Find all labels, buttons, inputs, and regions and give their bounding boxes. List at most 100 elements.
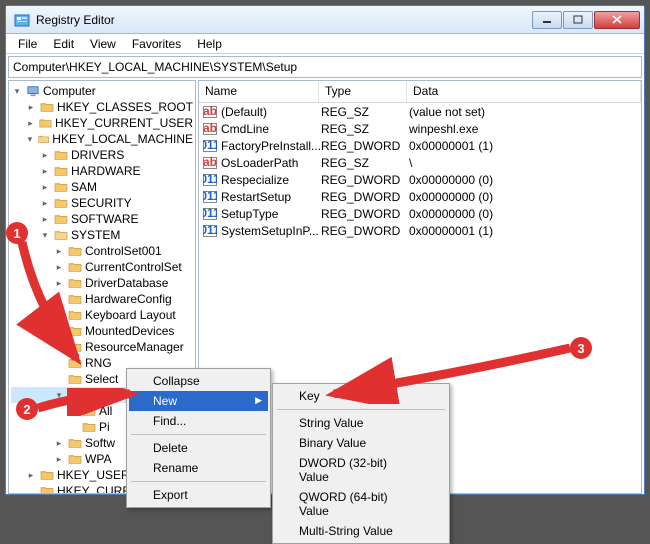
ctx-collapse[interactable]: Collapse xyxy=(129,371,268,391)
tree-twisty-icon[interactable]: ▸ xyxy=(53,262,65,273)
minimize-button[interactable] xyxy=(532,11,562,29)
tree-node[interactable]: ▸ ControlSet001 xyxy=(11,243,193,259)
svg-text:ab: ab xyxy=(203,122,217,135)
list-header: Name Type Data xyxy=(199,81,641,103)
col-type[interactable]: Type xyxy=(319,81,407,102)
tree-node[interactable]: ▾SYSTEM xyxy=(11,227,193,243)
ctx-new-key[interactable]: Key xyxy=(275,386,447,406)
close-button[interactable] xyxy=(594,11,640,29)
ctx-rename[interactable]: Rename xyxy=(129,458,268,478)
list-row[interactable]: abOsLoaderPathREG_SZ\ xyxy=(199,154,641,171)
folder-icon xyxy=(54,229,68,241)
list-row[interactable]: 011SetupTypeREG_DWORD0x00000000 (0) xyxy=(199,205,641,222)
tree-node-label: Setup xyxy=(85,388,116,402)
tree-twisty-icon[interactable]: ▸ xyxy=(53,342,65,353)
tree-node-label: Softw xyxy=(85,436,115,450)
ctx-new-binary[interactable]: Binary Value xyxy=(275,433,447,453)
tree-node[interactable]: ▸ResourceManager xyxy=(11,339,193,355)
list-row[interactable]: ab(Default)REG_SZ(value not set) xyxy=(199,103,641,120)
ctx-new-qword[interactable]: QWORD (64-bit) Value xyxy=(275,487,447,521)
tree-twisty-icon[interactable]: ▸ xyxy=(25,102,37,113)
menubar: File Edit View Favorites Help xyxy=(6,34,644,54)
close-icon xyxy=(612,15,622,24)
tree-twisty-icon[interactable]: ▾ xyxy=(39,230,51,241)
tree-twisty-icon[interactable]: ▸ xyxy=(53,438,65,449)
folder-icon xyxy=(40,469,54,481)
tree-node[interactable]: ▸SECURITY xyxy=(11,195,193,211)
tree-twisty-icon[interactable]: ▸ xyxy=(25,118,36,129)
tree-twisty-icon[interactable]: ▸ xyxy=(39,214,51,225)
address-bar[interactable]: Computer\HKEY_LOCAL_MACHINE\SYSTEM\Setup xyxy=(8,56,642,78)
tree-node[interactable]: ▸SOFTWARE xyxy=(11,211,193,227)
tree-node[interactable]: ▸HKEY_CLASSES_ROOT xyxy=(11,99,193,115)
menu-edit[interactable]: Edit xyxy=(45,35,82,53)
tree-node[interactable]: ▾ HKEY_LOCAL_MACHINE xyxy=(11,131,193,147)
menu-help[interactable]: Help xyxy=(189,35,230,53)
tree-twisty-icon[interactable]: ▸ xyxy=(39,166,51,177)
folder-icon xyxy=(54,181,68,193)
cell-name: SystemSetupInP... xyxy=(221,224,321,238)
cell-name: FactoryPreInstall... xyxy=(221,139,321,153)
tree-node[interactable]: ▸SAM xyxy=(11,179,193,195)
tree-node[interactable]: Keyboard Layout xyxy=(11,307,193,323)
tree-node-label: WPA xyxy=(85,452,111,466)
tree-twisty-icon[interactable]: ▸ xyxy=(53,454,65,465)
list-row[interactable]: 011RestartSetupREG_DWORD0x00000000 (0) xyxy=(199,188,641,205)
tree-twisty-icon[interactable]: ▸ xyxy=(39,182,51,193)
window-title: Registry Editor xyxy=(36,13,532,27)
tree-node[interactable]: MountedDevices xyxy=(11,323,193,339)
cell-type: REG_DWORD xyxy=(321,207,409,221)
tree-node-label: All xyxy=(99,404,112,418)
tree-node[interactable]: ▸DRIVERS xyxy=(11,147,193,163)
cell-type: REG_DWORD xyxy=(321,190,409,204)
col-data[interactable]: Data xyxy=(407,81,641,102)
tree-twisty-icon[interactable]: ▸ xyxy=(53,278,65,289)
cell-data: 0x00000001 (1) xyxy=(409,224,641,238)
tree-twisty-icon[interactable]: ▸ xyxy=(39,198,51,209)
ctx-new[interactable]: New▶ xyxy=(129,391,268,411)
menu-file[interactable]: File xyxy=(10,35,45,53)
tree-node-label: ControlSet001 xyxy=(85,244,162,258)
list-row[interactable]: 011RespecializeREG_DWORD0x00000000 (0) xyxy=(199,171,641,188)
tree-node-label: RNG xyxy=(85,356,112,370)
menu-view[interactable]: View xyxy=(82,35,124,53)
folder-icon xyxy=(68,293,82,305)
col-name[interactable]: Name xyxy=(199,81,319,102)
tree-twisty-icon[interactable]: ▸ xyxy=(25,470,37,481)
tree-twisty-icon[interactable]: ▸ xyxy=(39,150,51,161)
tree-node-label: HKEY_LOCAL_MACHINE xyxy=(52,132,193,146)
list-row[interactable]: abCmdLineREG_SZwinpeshl.exe xyxy=(199,120,641,137)
maximize-button[interactable] xyxy=(563,11,593,29)
titlebar[interactable]: Registry Editor xyxy=(6,6,644,34)
reg-value-icon: ab xyxy=(203,105,217,119)
tree-node-label: Keyboard Layout xyxy=(85,308,176,322)
tree-node[interactable]: ▾Computer xyxy=(11,83,193,99)
svg-text:ab: ab xyxy=(203,105,217,118)
ctx-new-string[interactable]: String Value xyxy=(275,413,447,433)
svg-text:011: 011 xyxy=(203,139,217,152)
cell-type: REG_SZ xyxy=(321,156,409,170)
tree-twisty-icon[interactable]: ▾ xyxy=(53,390,65,401)
ctx-delete[interactable]: Delete xyxy=(129,438,268,458)
ctx-export[interactable]: Export xyxy=(129,485,268,505)
cell-type: REG_SZ xyxy=(321,122,409,136)
tree-node[interactable]: ▸HARDWARE xyxy=(11,163,193,179)
tree-node[interactable]: ▸CurrentControlSet xyxy=(11,259,193,275)
tree-twisty-icon[interactable]: ▸ xyxy=(53,246,65,257)
folder-icon xyxy=(68,277,82,289)
list-row[interactable]: 011SystemSetupInP...REG_DWORD0x00000001 … xyxy=(199,222,641,239)
menu-favorites[interactable]: Favorites xyxy=(124,35,189,53)
tree-node[interactable]: ▸DriverDatabase xyxy=(11,275,193,291)
list-row[interactable]: 011FactoryPreInstall...REG_DWORD0x000000… xyxy=(199,137,641,154)
tree-node[interactable]: ▸HardwareConfig xyxy=(11,291,193,307)
tree-twisty-icon[interactable]: ▾ xyxy=(11,86,23,97)
tree-twisty-icon[interactable]: ▾ xyxy=(25,134,35,145)
tree-node[interactable]: ▸HKEY_CURRENT_USER xyxy=(11,115,193,131)
tree-twisty-icon[interactable]: ▸ xyxy=(53,294,65,305)
ctx-new-dword[interactable]: DWORD (32-bit) Value xyxy=(275,453,447,487)
folder-icon xyxy=(68,245,82,257)
tree-node-label: Pi xyxy=(99,420,110,434)
folder-icon xyxy=(68,309,82,321)
ctx-new-multi[interactable]: Multi-String Value xyxy=(275,521,447,541)
ctx-find[interactable]: Find... xyxy=(129,411,268,431)
